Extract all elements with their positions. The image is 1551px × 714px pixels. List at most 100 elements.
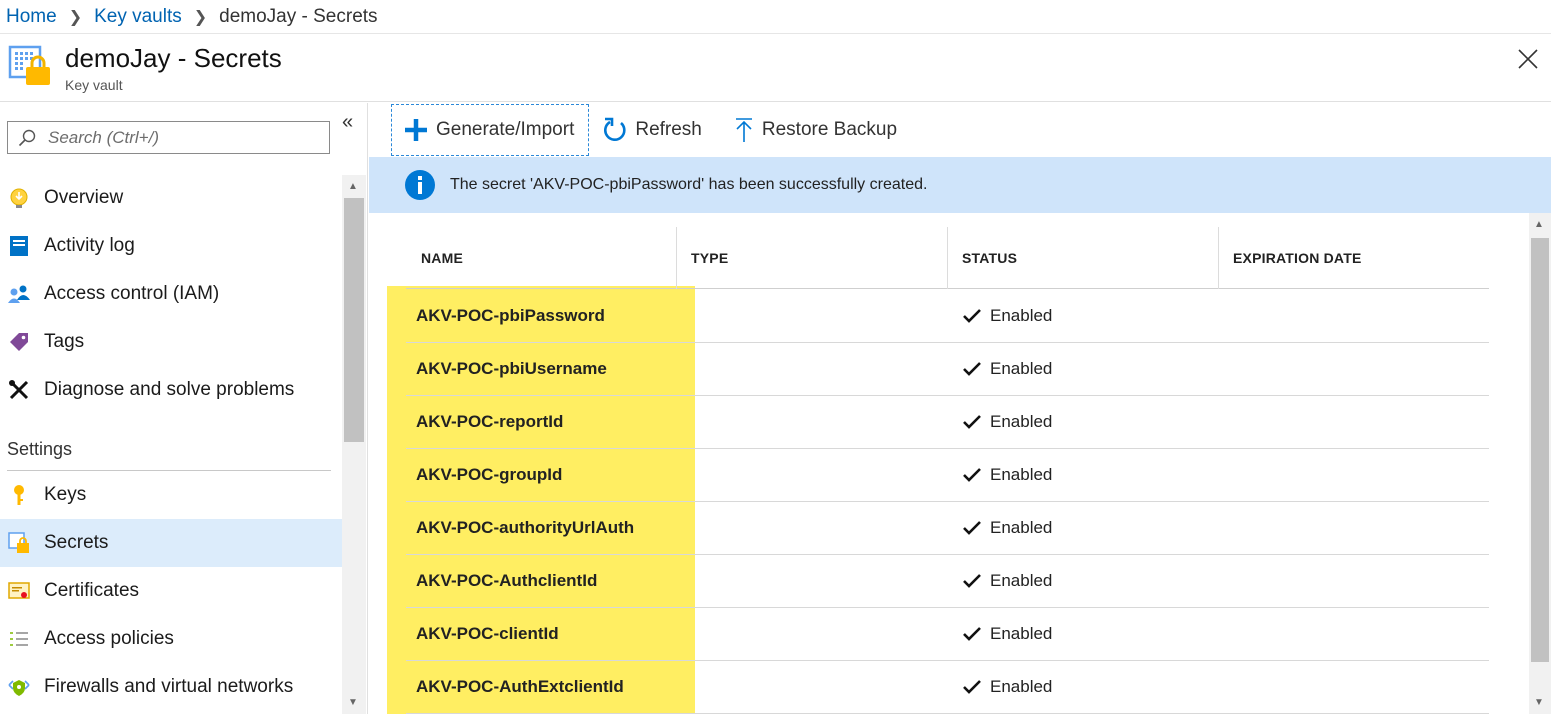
secrets-grid: NAME TYPE STATUS EXPIRATION DATE AKV-POC…	[369, 213, 1551, 714]
grid-header: NAME TYPE STATUS EXPIRATION DATE	[406, 227, 1489, 289]
sidebar-item-keys[interactable]: Keys	[0, 471, 342, 519]
refresh-button[interactable]: Refresh	[603, 104, 702, 156]
sidebar-item-label: Firewalls and virtual networks	[44, 676, 294, 697]
restore-backup-button[interactable]: Restore Backup	[734, 104, 897, 156]
checkmark-icon	[963, 680, 981, 694]
scroll-down-icon[interactable]: ▼	[348, 697, 358, 708]
column-header-status[interactable]: STATUS	[962, 227, 1017, 289]
status-cell: Enabled	[962, 555, 1052, 607]
status-text: Enabled	[990, 624, 1053, 643]
secret-name: AKV-POC-pbiUsername	[416, 359, 607, 378]
page-title: demoJay - Secrets	[65, 43, 282, 73]
status-cell: Enabled	[962, 343, 1052, 395]
column-divider	[947, 227, 948, 289]
sidebar-item-certificates[interactable]: Certificates	[0, 567, 342, 615]
column-divider	[1218, 227, 1219, 289]
secret-name: AKV-POC-AuthExtclientId	[416, 677, 624, 696]
sidebar-item-secrets[interactable]: Secrets	[0, 519, 342, 567]
grid-scrollbar[interactable]: ▲ ▼	[1529, 213, 1551, 714]
refresh-label: Refresh	[635, 119, 702, 140]
close-icon[interactable]	[1517, 48, 1539, 70]
breadcrumb-home-link[interactable]: Home	[6, 6, 57, 28]
sidebar-item-label: Keys	[44, 484, 87, 505]
status-cell: Enabled	[962, 661, 1052, 713]
status-text: Enabled	[990, 677, 1053, 696]
sidebar-scrollbar[interactable]: ▲ ▼	[342, 175, 366, 714]
sidebar-item-tags[interactable]: Tags	[0, 318, 342, 366]
breadcrumb-keyvaults-link[interactable]: Key vaults	[94, 6, 182, 28]
sidebar: « Overview Activity log Access control (…	[0, 103, 368, 714]
tag-icon	[7, 330, 31, 354]
notification-banner: The secret 'AKV-POC-pbiPassword' has bee…	[369, 157, 1551, 213]
checkmark-icon	[963, 468, 981, 482]
table-row[interactable]: AKV-POC-AuthclientId Enabled	[406, 555, 1489, 608]
status-text: Enabled	[990, 359, 1053, 378]
checkmark-icon	[963, 309, 981, 323]
scroll-up-icon[interactable]: ▲	[1534, 219, 1544, 230]
wrench-icon	[7, 378, 31, 402]
generate-import-label: Generate/Import	[436, 119, 575, 140]
secret-name: AKV-POC-clientId	[416, 624, 559, 643]
lightbulb-icon	[7, 186, 31, 210]
column-divider	[676, 227, 677, 289]
upload-icon	[735, 118, 752, 142]
table-row[interactable]: AKV-POC-AuthExtclientId Enabled	[406, 661, 1489, 714]
people-icon	[7, 282, 31, 306]
activity-log-icon	[7, 234, 31, 258]
status-cell: Enabled	[962, 396, 1052, 448]
breadcrumb-current: demoJay - Secrets	[219, 5, 378, 27]
secret-icon	[7, 531, 31, 555]
refresh-icon	[604, 117, 626, 141]
secret-name: AKV-POC-reportId	[416, 412, 564, 431]
checkmark-icon	[963, 415, 981, 429]
search-icon	[18, 129, 36, 146]
notification-message: The secret 'AKV-POC-pbiPassword' has bee…	[450, 176, 928, 193]
scrollbar-thumb[interactable]	[1531, 238, 1549, 662]
column-header-type[interactable]: TYPE	[691, 227, 728, 289]
table-row[interactable]: AKV-POC-authorityUrlAuth Enabled	[406, 502, 1489, 555]
table-row[interactable]: AKV-POC-reportId Enabled	[406, 396, 1489, 449]
status-text: Enabled	[990, 306, 1053, 325]
scroll-down-icon[interactable]: ▼	[1534, 697, 1544, 708]
generate-import-button[interactable]: Generate/Import	[391, 104, 590, 156]
table-row[interactable]: AKV-POC-clientId Enabled	[406, 608, 1489, 661]
network-icon	[7, 675, 31, 699]
search-box[interactable]	[7, 121, 330, 154]
plus-icon	[405, 119, 427, 141]
sidebar-item-overview[interactable]: Overview	[0, 174, 342, 222]
scrollbar-thumb[interactable]	[344, 198, 364, 442]
table-row[interactable]: AKV-POC-groupId Enabled	[406, 449, 1489, 502]
sidebar-item-label: Overview	[44, 187, 124, 208]
sidebar-item-firewalls[interactable]: Firewalls and virtual networks	[0, 663, 342, 711]
table-row[interactable]: AKV-POC-pbiPassword Enabled	[406, 290, 1489, 343]
status-text: Enabled	[990, 571, 1053, 590]
certificate-icon	[7, 579, 31, 603]
status-text: Enabled	[990, 518, 1053, 537]
chevron-right-icon: ❯	[193, 8, 208, 26]
column-header-expiration[interactable]: EXPIRATION DATE	[1233, 227, 1362, 289]
sidebar-item-access-policies[interactable]: Access policies	[0, 615, 342, 663]
scroll-up-icon[interactable]: ▲	[348, 181, 358, 192]
status-cell: Enabled	[962, 449, 1052, 501]
breadcrumb: Home ❯ Key vaults ❯ demoJay - Secrets	[0, 0, 1551, 34]
status-cell: Enabled	[962, 290, 1052, 342]
blade-header: demoJay - Secrets Key vault	[0, 35, 1551, 102]
sidebar-item-activity-log[interactable]: Activity log	[0, 222, 342, 270]
sidebar-item-label: Secrets	[44, 532, 109, 553]
status-text: Enabled	[990, 465, 1053, 484]
sidebar-item-label: Access control (IAM)	[44, 283, 220, 304]
collapse-sidebar-button[interactable]: «	[342, 111, 353, 134]
sidebar-item-label: Access policies	[44, 628, 174, 649]
key-icon	[7, 483, 31, 507]
key-vault-icon	[8, 45, 50, 85]
page-subtitle: Key vault	[65, 77, 123, 93]
table-row[interactable]: AKV-POC-pbiUsername Enabled	[406, 343, 1489, 396]
secret-name: AKV-POC-pbiPassword	[416, 306, 605, 325]
search-input[interactable]	[48, 127, 308, 148]
status-text: Enabled	[990, 412, 1053, 431]
command-bar: Generate/Import Refresh Restore Backup	[369, 103, 1551, 157]
sidebar-item-access-control[interactable]: Access control (IAM)	[0, 270, 342, 318]
sidebar-item-diagnose[interactable]: Diagnose and solve problems	[0, 366, 342, 414]
chevron-right-icon: ❯	[68, 8, 83, 26]
column-header-name[interactable]: NAME	[421, 227, 463, 289]
